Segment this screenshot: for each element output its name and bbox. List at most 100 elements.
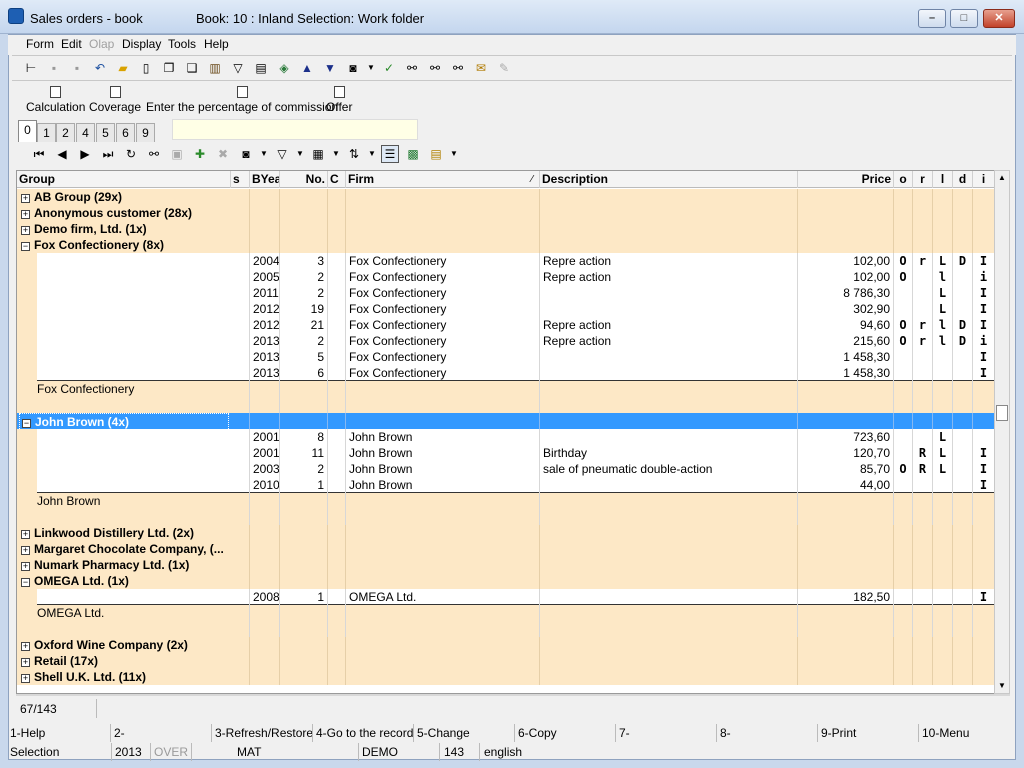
group-spacer-row[interactable] (17, 397, 995, 413)
open-folder-icon[interactable]: ▰ (114, 59, 132, 77)
book-icon[interactable]: ▥ (206, 59, 224, 77)
close-button[interactable]: ✕ (983, 9, 1015, 28)
group-row-retail[interactable]: + Retail (17x) (17, 653, 995, 669)
menu-tools[interactable]: Tools (168, 37, 196, 51)
column-l[interactable]: l (933, 171, 953, 188)
group-summary-row[interactable]: OMEGA Ltd. (17, 605, 995, 621)
tab-4[interactable]: 4 (76, 123, 95, 142)
tab-5[interactable]: 5 (96, 123, 115, 142)
group-row-john[interactable]: − John Brown (4x) (17, 413, 995, 431)
fkey-4[interactable]: 4-Go to the record (314, 724, 414, 742)
table-row[interactable]: 2005 2 Fox Confectionery Repre action 102,00… (17, 269, 995, 285)
scroll-down-icon[interactable]: ▼ (998, 681, 1006, 690)
arrow-up-icon[interactable]: ▲ (298, 59, 316, 77)
group-row-shell[interactable]: + Shell U.K. Ltd. (11x) (17, 669, 995, 685)
column-o[interactable]: o (894, 171, 913, 188)
tree-view-icon[interactable]: ☰ (381, 145, 399, 163)
copy-document-icon[interactable]: ❐ (160, 59, 178, 77)
group-row-omega[interactable]: − OMEGA Ltd. (1x) (17, 573, 995, 589)
mail-merge-icon[interactable]: ✎ (495, 59, 513, 77)
filter-icon[interactable]: ▽ (229, 59, 247, 77)
column-firm[interactable]: Firm ⁄ (346, 171, 540, 188)
undo-icon[interactable]: ↶ (91, 59, 109, 77)
camera-icon[interactable]: ◙ (344, 59, 362, 77)
fkey-6[interactable]: 6-Copy (516, 724, 616, 742)
column-i[interactable]: i (973, 171, 995, 188)
group-summary-row[interactable]: John Brown (17, 493, 995, 509)
column-description[interactable]: Description (540, 171, 798, 188)
fkey-8[interactable]: 8- (718, 724, 818, 742)
horizontal-scrollbar[interactable] (16, 694, 1010, 696)
table-row[interactable]: 2010 1 John Brown 44,00 I (17, 477, 995, 493)
offer-button[interactable]: Offer (326, 86, 352, 114)
binoculars-replace-icon[interactable]: ⚯ (449, 59, 467, 77)
binoculars-next-icon[interactable]: ⚯ (426, 59, 444, 77)
binoculars-icon[interactable]: ⚯ (145, 145, 163, 163)
chevron-down-icon[interactable]: ▼ (260, 145, 268, 163)
previous-record-icon[interactable]: ◀ (53, 145, 71, 163)
fkey-3[interactable]: 3-Refresh/Restore (213, 724, 313, 742)
table-row[interactable]: 2003 2 John Brown sale of pneumatic double-… (17, 461, 995, 477)
expand-icon[interactable]: + (21, 674, 30, 683)
calculation-button[interactable]: Calculation (26, 86, 85, 114)
save-as-icon[interactable]: ▪ (68, 59, 86, 77)
column-price[interactable]: Price (798, 171, 894, 188)
group-row-fox[interactable]: − Fox Confectionery (8x) (17, 237, 995, 253)
binoculars-icon[interactable]: ⚯ (403, 59, 421, 77)
coverage-button[interactable]: Coverage (89, 86, 141, 114)
fkey-5[interactable]: 5-Change (415, 724, 515, 742)
expand-icon[interactable]: + (21, 658, 30, 667)
fkey-7[interactable]: 7- (617, 724, 717, 742)
group-row-anon[interactable]: + Anonymous customer (28x) (17, 205, 995, 221)
first-record-icon[interactable]: ⏮ (30, 145, 48, 163)
scroll-thumb[interactable] (996, 405, 1008, 421)
expand-icon[interactable]: + (21, 642, 30, 651)
group-row-oxford[interactable]: + Oxford Wine Company (2x) (17, 637, 995, 653)
collapse-icon[interactable]: − (21, 242, 30, 251)
chevron-down-icon[interactable]: ▼ (450, 145, 458, 163)
scroll-up-icon[interactable]: ▲ (998, 173, 1006, 182)
expand-icon[interactable]: + (21, 530, 30, 539)
paste-document-icon[interactable]: ❑ (183, 59, 201, 77)
expand-icon[interactable]: + (21, 546, 30, 555)
tab-0[interactable]: 0 (18, 120, 37, 142)
table-row[interactable]: 2012 21 Fox Confectionery Repre action 94,60… (17, 317, 995, 333)
table-row[interactable]: 2008 1 OMEGA Ltd. 182,50 I (17, 589, 995, 605)
expand-icon[interactable]: + (21, 562, 30, 571)
expand-icon[interactable]: + (21, 194, 30, 203)
column-r[interactable]: r (913, 171, 933, 188)
stack-icon[interactable]: ◈ (275, 59, 293, 77)
group-summary-row[interactable]: Fox Confectionery (17, 381, 995, 397)
new-document-icon[interactable]: ▯ (137, 59, 155, 77)
filter-icon[interactable]: ▽ (273, 145, 291, 163)
fkey-2[interactable]: 2- (112, 724, 212, 742)
table-row[interactable]: 2013 6 Fox Confectionery 1 458,30 I (17, 365, 995, 381)
add-record-icon[interactable]: ✚ (191, 145, 209, 163)
menu-display[interactable]: Display (122, 37, 161, 51)
table-row[interactable]: 2011 2 Fox Confectionery 8 786,30 L I (17, 285, 995, 301)
chevron-down-icon[interactable]: ▼ (332, 145, 340, 163)
table-row[interactable]: 2004 3 Fox Confectionery Repre action 102,00… (17, 253, 995, 269)
table-row[interactable]: 2012 19 Fox Confectionery 302,90 L I (17, 301, 995, 317)
filter-document-icon[interactable]: ▤ (252, 59, 270, 77)
column-s[interactable]: s (231, 171, 250, 188)
menu-olap[interactable]: Olap (89, 37, 114, 51)
chevron-down-icon[interactable]: ▼ (367, 59, 375, 77)
chevron-down-icon[interactable]: ▼ (296, 145, 304, 163)
tree-icon[interactable]: ⊢ (22, 59, 40, 77)
report-icon[interactable]: ▤ (427, 145, 445, 163)
excel-icon[interactable]: ▩ (404, 145, 422, 163)
minimize-button[interactable]: – (918, 9, 946, 28)
tab-6[interactable]: 6 (116, 123, 135, 142)
fkey-10[interactable]: 10-Menu (920, 724, 1016, 742)
table-row[interactable]: 2013 2 Fox Confectionery Repre action 215,60… (17, 333, 995, 349)
fkey-9[interactable]: 9-Print (819, 724, 919, 742)
column-setup-icon[interactable]: ▦ (309, 145, 327, 163)
vertical-scrollbar[interactable]: ▲ ▼ (994, 170, 1010, 694)
expand-icon[interactable]: + (21, 226, 30, 235)
column-c[interactable]: C (328, 171, 346, 188)
arrow-down-icon[interactable]: ▼ (321, 59, 339, 77)
remove-record-icon[interactable]: ✖ (214, 145, 232, 163)
check-find-icon[interactable]: ✓ (380, 59, 398, 77)
camera-icon[interactable]: ◙ (237, 145, 255, 163)
